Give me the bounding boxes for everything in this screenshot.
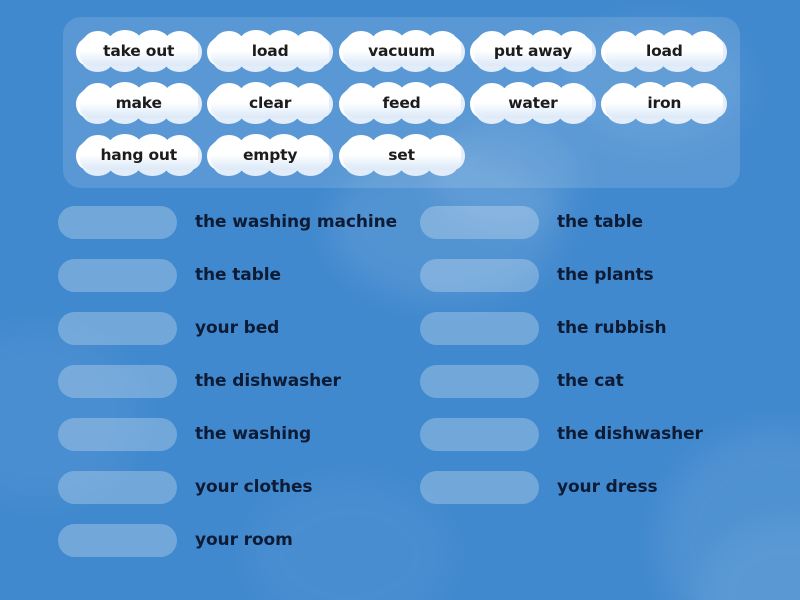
answer-row: the rubbish xyxy=(420,302,790,355)
word-tile-empty[interactable]: empty xyxy=(207,134,334,176)
word-tile-label: vacuum xyxy=(368,42,435,60)
word-tile-label: load xyxy=(645,42,683,60)
word-bank-row: make clear feed water iron xyxy=(73,79,730,127)
drop-slot-left-4[interactable] xyxy=(58,365,177,398)
drop-slot-left-3[interactable] xyxy=(58,312,177,345)
drop-slot-left-1[interactable] xyxy=(58,206,177,239)
word-bank-cell: load xyxy=(204,27,335,75)
answer-row: the dishwasher xyxy=(58,355,428,408)
word-bank-cell: water xyxy=(467,79,598,127)
word-tile-label: iron xyxy=(647,94,682,112)
word-tile-label: take out xyxy=(103,42,175,60)
word-tile-set[interactable]: set xyxy=(338,134,465,176)
word-bank-cell: set xyxy=(336,131,467,179)
word-bank-cell: feed xyxy=(336,79,467,127)
drop-slot-left-2[interactable] xyxy=(58,259,177,292)
answer-label: the dishwasher xyxy=(557,423,703,444)
answer-column-left: the washing machine the table your bed t… xyxy=(58,196,428,567)
answer-label: the plants xyxy=(557,264,654,285)
drop-slot-left-7[interactable] xyxy=(58,524,177,557)
word-tile-label: make xyxy=(115,94,162,112)
word-tile-clear[interactable]: clear xyxy=(207,82,334,124)
drop-slot-left-6[interactable] xyxy=(58,471,177,504)
answer-row: the table xyxy=(420,196,790,249)
drop-slot-right-6[interactable] xyxy=(420,471,539,504)
answer-label: your bed xyxy=(195,317,280,338)
word-tile-vacuum[interactable]: vacuum xyxy=(338,30,465,72)
word-tile-put-away[interactable]: put away xyxy=(469,30,596,72)
answer-row: your bed xyxy=(58,302,428,355)
answer-label: your dress xyxy=(557,476,658,497)
word-bank-row: take out load vacuum put away load xyxy=(73,27,730,75)
word-bank-panel: take out load vacuum put away load make … xyxy=(63,17,740,188)
word-tile-label: clear xyxy=(249,94,292,112)
word-bank-cell: take out xyxy=(73,27,204,75)
word-bank-cell xyxy=(467,131,598,179)
answer-label: the table xyxy=(195,264,281,285)
word-tile-iron[interactable]: iron xyxy=(601,82,728,124)
drop-slot-right-1[interactable] xyxy=(420,206,539,239)
answer-row: your room xyxy=(58,514,428,567)
answer-label: the washing machine xyxy=(195,211,398,232)
answer-row: the cat xyxy=(420,355,790,408)
word-tile-label: water xyxy=(508,94,558,112)
word-tile-feed[interactable]: feed xyxy=(338,82,465,124)
word-bank-cell: make xyxy=(73,79,204,127)
word-tile-label: hang out xyxy=(100,146,177,164)
word-tile-water[interactable]: water xyxy=(469,82,596,124)
word-bank-cell: put away xyxy=(467,27,598,75)
word-tile-label: load xyxy=(251,42,289,60)
word-bank-cell: clear xyxy=(204,79,335,127)
answer-label: your room xyxy=(195,529,293,550)
word-bank-cell: hang out xyxy=(73,131,204,179)
word-tile-load-1[interactable]: load xyxy=(207,30,334,72)
word-tile-load-2[interactable]: load xyxy=(601,30,728,72)
drop-slot-left-5[interactable] xyxy=(58,418,177,451)
word-bank-cell: vacuum xyxy=(336,27,467,75)
answer-row: the plants xyxy=(420,249,790,302)
drop-slot-right-2[interactable] xyxy=(420,259,539,292)
drop-slot-right-4[interactable] xyxy=(420,365,539,398)
answer-label: the cat xyxy=(557,370,624,391)
answer-row: the washing xyxy=(58,408,428,461)
answer-row: your clothes xyxy=(58,461,428,514)
answer-label: the rubbish xyxy=(557,317,667,338)
word-tile-label: set xyxy=(388,146,415,164)
answer-label: the table xyxy=(557,211,643,232)
word-bank-row: hang out empty set xyxy=(73,131,730,179)
answer-label: the dishwasher xyxy=(195,370,341,391)
answer-row: the dishwasher xyxy=(420,408,790,461)
answer-label: your clothes xyxy=(195,476,313,497)
word-tile-hang-out[interactable]: hang out xyxy=(75,134,202,176)
answer-row: the table xyxy=(58,249,428,302)
word-bank-cell: load xyxy=(599,27,730,75)
word-tile-label: put away xyxy=(493,42,573,60)
drop-slot-right-3[interactable] xyxy=(420,312,539,345)
answer-area: the washing machine the table your bed t… xyxy=(0,196,800,600)
answer-label: the washing xyxy=(195,423,312,444)
word-bank-cell: iron xyxy=(599,79,730,127)
word-bank-cell: empty xyxy=(204,131,335,179)
word-tile-take-out[interactable]: take out xyxy=(75,30,202,72)
word-tile-make[interactable]: make xyxy=(75,82,202,124)
answer-row: your dress xyxy=(420,461,790,514)
answer-row: the washing machine xyxy=(58,196,428,249)
drop-slot-right-5[interactable] xyxy=(420,418,539,451)
word-bank-cell xyxy=(599,131,730,179)
word-tile-label: feed xyxy=(382,94,421,112)
word-tile-label: empty xyxy=(242,146,298,164)
answer-column-right: the table the plants the rubbish the cat… xyxy=(420,196,790,514)
